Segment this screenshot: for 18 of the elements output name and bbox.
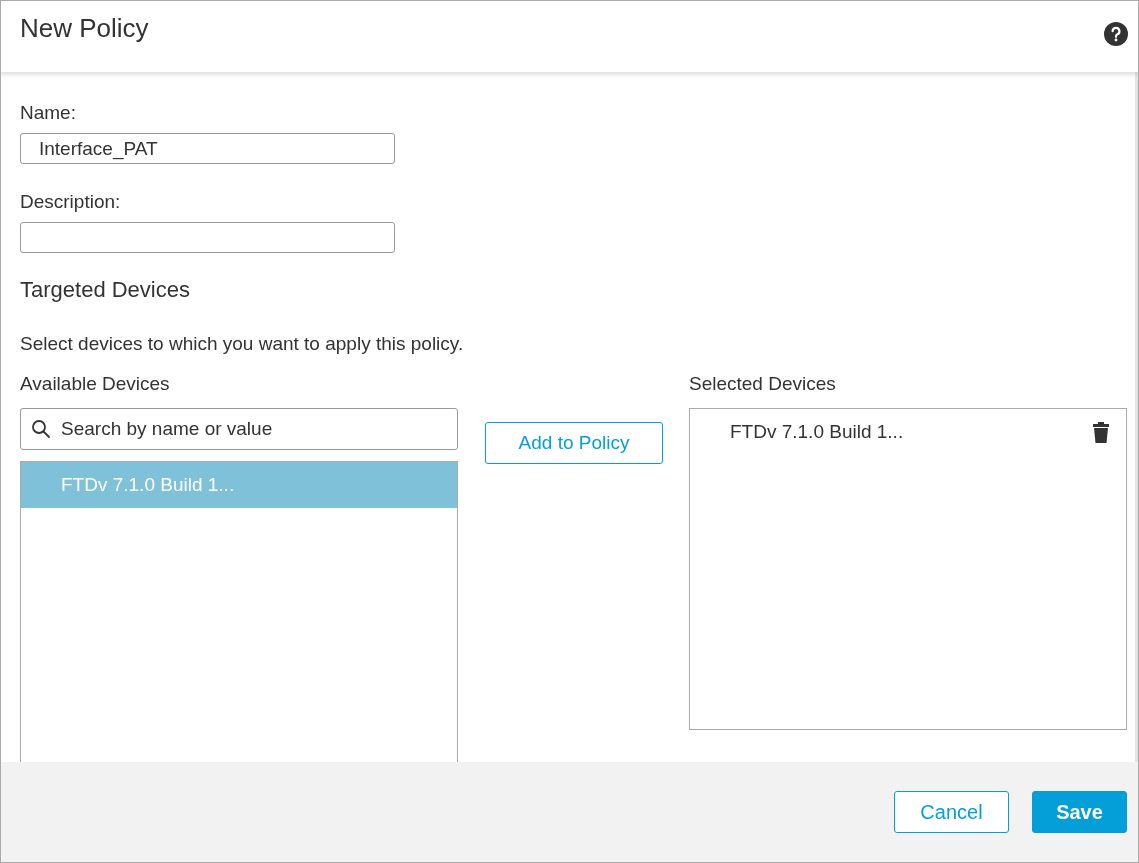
cancel-button[interactable]: Cancel [894, 791, 1009, 833]
add-to-policy-button[interactable]: Add to Policy [485, 422, 663, 464]
name-label: Name: [20, 101, 76, 125]
search-icon [31, 419, 51, 439]
trash-icon[interactable] [1092, 421, 1110, 443]
name-input[interactable]: Interface_PAT [20, 133, 395, 164]
help-icon[interactable] [1104, 22, 1128, 46]
instruction-text: Select devices to which you want to apply this policy. [20, 333, 464, 355]
available-devices-label: Available Devices [20, 372, 171, 396]
selected-devices-label: Selected Devices [689, 372, 837, 396]
save-button[interactable]: Save [1032, 791, 1127, 833]
section-heading: Targeted Devices [20, 277, 190, 303]
device-item[interactable]: FTDv 7.1.0 Build 1... [21, 462, 457, 508]
dialog-title: New Policy [20, 13, 149, 44]
description-input[interactable] [20, 222, 395, 253]
selected-device-item: FTDv 7.1.0 Build 1... [730, 421, 904, 443]
search-field[interactable]: Search by name or value [20, 408, 458, 450]
description-label: Description: [20, 190, 121, 214]
